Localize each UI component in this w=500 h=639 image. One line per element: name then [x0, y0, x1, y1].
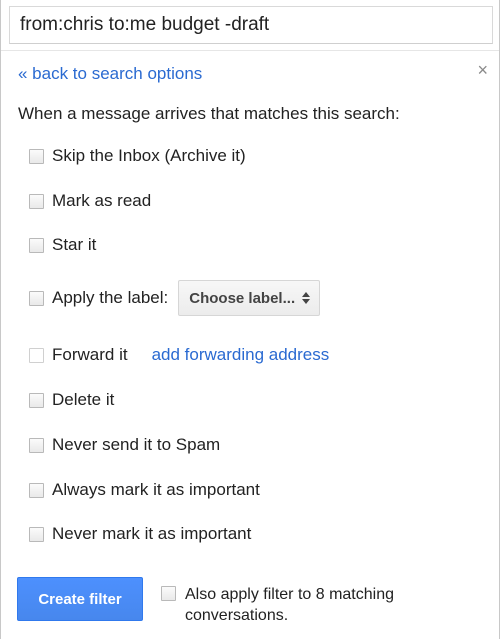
delete-it-checkbox[interactable]: [29, 392, 44, 408]
also-apply-checkbox[interactable]: [161, 586, 176, 601]
skip-inbox-label: Skip the Inbox (Archive it): [52, 146, 246, 165]
divider: [1, 50, 499, 51]
also-apply-option[interactable]: Also apply filter to 8 matching conversa…: [161, 584, 475, 626]
never-important-label: Never mark it as important: [52, 524, 252, 543]
option-star-it[interactable]: Star it: [29, 235, 96, 255]
option-always-important[interactable]: Always mark it as important: [29, 480, 260, 500]
delete-it-label: Delete it: [52, 390, 115, 409]
option-forward-it[interactable]: Forward it add forwarding address: [29, 345, 329, 365]
option-skip-inbox[interactable]: Skip the Inbox (Archive it): [29, 146, 246, 166]
star-it-label: Star it: [52, 235, 97, 254]
forward-it-checkbox[interactable]: [29, 347, 44, 363]
close-icon[interactable]: ×: [477, 60, 488, 80]
mark-read-label: Mark as read: [52, 191, 152, 210]
never-important-checkbox[interactable]: [29, 526, 44, 542]
mark-read-checkbox[interactable]: [29, 193, 44, 209]
option-delete-it[interactable]: Delete it: [29, 390, 114, 410]
create-filter-button[interactable]: Create filter: [17, 577, 143, 621]
apply-label-label: Apply the label:: [52, 288, 169, 307]
choose-label-value: Choose label...: [189, 289, 296, 307]
option-mark-read[interactable]: Mark as read: [29, 191, 151, 211]
always-important-label: Always mark it as important: [52, 480, 260, 499]
always-important-checkbox[interactable]: [29, 482, 44, 498]
never-spam-checkbox[interactable]: [29, 437, 44, 453]
option-apply-label[interactable]: Apply the label: Choose label...: [29, 280, 321, 316]
option-never-spam[interactable]: Never send it to Spam: [29, 435, 220, 455]
star-it-checkbox[interactable]: [29, 237, 44, 253]
forward-it-label: Forward it: [52, 345, 128, 364]
add-forwarding-address-link[interactable]: add forwarding address: [152, 345, 330, 365]
also-apply-label: Also apply filter to 8 matching conversa…: [185, 586, 394, 624]
apply-label-checkbox[interactable]: [29, 290, 44, 306]
filter-intro-text: When a message arrives that matches this…: [18, 104, 400, 123]
skip-inbox-checkbox[interactable]: [29, 148, 44, 164]
back-to-search-options-link[interactable]: « back to search options: [18, 64, 202, 84]
search-input[interactable]: from:chris to:me budget -draft: [9, 6, 493, 44]
choose-label-select[interactable]: Choose label...: [178, 280, 321, 316]
create-filter-panel: from:chris to:me budget -draft « back to…: [0, 0, 500, 639]
never-spam-label: Never send it to Spam: [52, 435, 221, 454]
option-never-important[interactable]: Never mark it as important: [29, 524, 251, 544]
select-arrows-icon: [302, 292, 311, 304]
